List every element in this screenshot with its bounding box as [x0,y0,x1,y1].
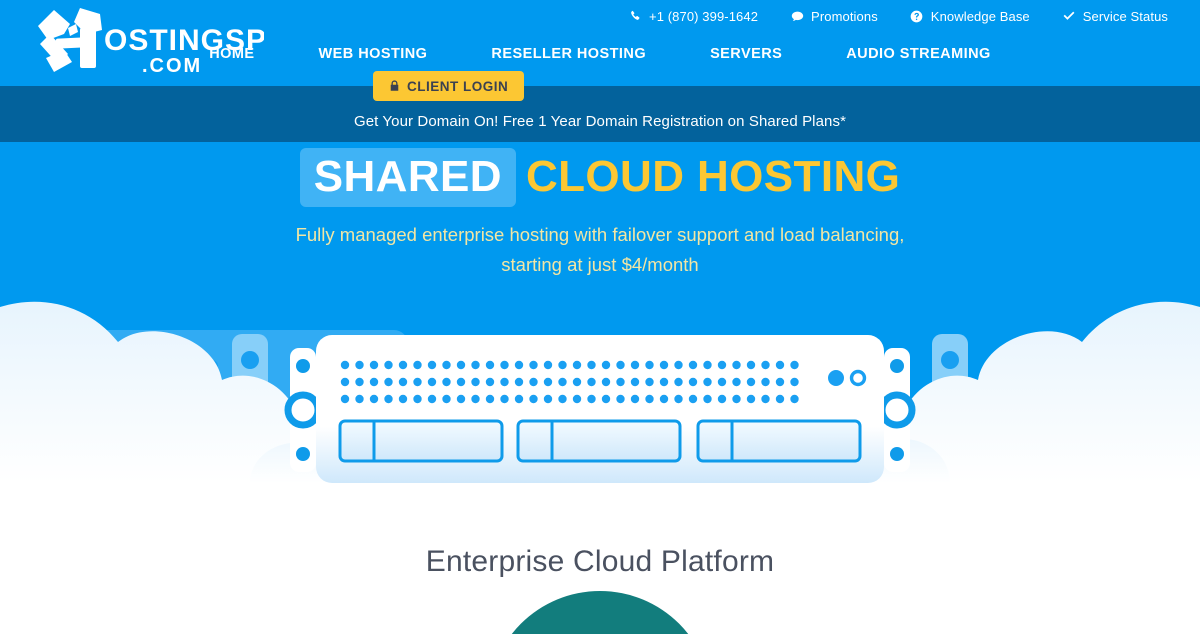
top-utility-bar: +1 (870) 399-1642 Promotions Knowledge B… [612,0,1184,32]
cloud-platform-graphic [488,591,712,634]
section-title: Enterprise Cloud Platform [425,545,775,578]
site-header: OSTINGSPTY .COM +1 (870) 399-1642 Promot… [0,0,1200,86]
topbar-label-service-status: Service Status [1082,8,1168,24]
cloud-right [900,301,1200,483]
hero-section: SHARED CLOUD HOSTING Fully managed enterp… [0,142,1200,483]
hero-subtitle-line-2: starting at just $4/month [501,254,699,275]
topbar-label-promotions: Promotions [811,8,878,24]
rack-ear-left [284,348,322,472]
nav-item-home[interactable]: HOME [177,40,286,68]
topbar-item-knowledge-base[interactable]: Knowledge Base [894,9,1046,24]
promo-banner: Get Your Domain On! Free 1 Year Domain R… [0,86,1200,142]
nav-item-web-hosting[interactable]: WEB HOSTING [287,40,460,68]
comment-icon [790,9,804,23]
nav-item-servers[interactable]: SERVERS [678,40,814,68]
main-navigation: HOME WEB HOSTING RESELLER HOSTING SERVER… [0,40,1200,68]
enterprise-section: Enterprise Cloud Platform [0,483,1200,634]
hero-subtitle-line-1: Fully managed enterprise hosting with fa… [295,224,905,245]
check-icon [1062,9,1076,23]
page-root: OSTINGSPTY .COM +1 (870) 399-1642 Promot… [0,0,1200,634]
drive-bay-group-1 [338,419,504,463]
hero-title-highlight: SHARED [299,148,516,207]
cloud-left [0,301,300,483]
topbar-item-service-status[interactable]: Service Status [1046,9,1184,24]
client-login-label: CLIENT LOGIN [407,78,509,94]
nav-item-audio-streaming[interactable]: AUDIO STREAMING [814,40,1023,68]
client-login-button[interactable]: CLIENT LOGIN [373,71,525,101]
server-illustration [284,335,916,483]
nav-item-reseller-hosting[interactable]: RESELLER HOSTING [459,40,678,68]
topbar-label-knowledge-base: Knowledge Base [930,8,1030,24]
drive-bay-group-2 [516,419,682,463]
phone-icon [628,9,642,23]
lock-icon [389,80,400,92]
topbar-item-promotions[interactable]: Promotions [774,9,894,24]
server-drive-bays [338,419,862,463]
promo-banner-text: Get Your Domain On! Free 1 Year Domain R… [353,112,847,130]
rack-ear-right [878,348,916,472]
topbar-label-phone: +1 (870) 399-1642 [649,8,759,24]
question-circle-icon [910,9,924,23]
drive-bay-group-3 [696,419,862,463]
hero-title: SHARED CLOUD HOSTING [0,148,1200,207]
hero-subtitle: Fully managed enterprise hosting with fa… [0,220,1200,280]
topbar-item-phone[interactable]: +1 (870) 399-1642 [612,9,774,24]
hero-title-rest: CLOUD HOSTING [525,152,901,201]
